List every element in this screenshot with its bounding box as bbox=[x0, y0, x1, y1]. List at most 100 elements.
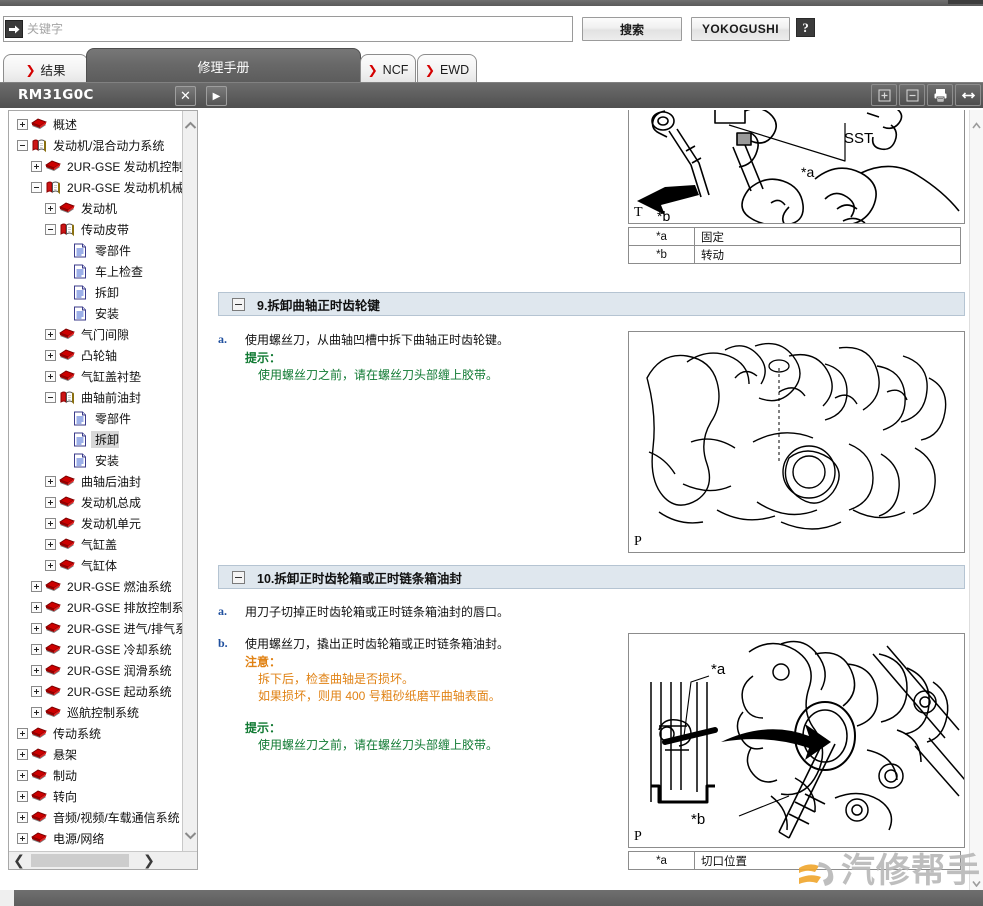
expand-icon[interactable] bbox=[17, 119, 28, 130]
expand-icon[interactable] bbox=[45, 560, 56, 571]
tree-item[interactable]: 发动机 bbox=[9, 198, 182, 219]
expand-icon[interactable] bbox=[31, 686, 42, 697]
tree-item[interactable]: 凸轮轴 bbox=[9, 345, 182, 366]
tree-horizontal-scrollbar[interactable]: ❮ ❯ bbox=[9, 851, 197, 869]
link-icon[interactable] bbox=[955, 84, 981, 106]
tree-item[interactable]: 发动机单元 bbox=[9, 513, 182, 534]
tree-hscroll-right-icon[interactable]: ❯ bbox=[139, 852, 159, 869]
tree-item[interactable]: 转向 bbox=[9, 786, 182, 807]
tree-item[interactable]: 气缸体 bbox=[9, 555, 182, 576]
tree-item-label: 2UR-GSE 发动机机械装 bbox=[67, 181, 182, 195]
tree-item[interactable]: 零部件 bbox=[9, 408, 182, 429]
expand-icon[interactable] bbox=[17, 833, 28, 844]
expand-all-icon[interactable] bbox=[871, 84, 897, 106]
collapse-icon[interactable] bbox=[45, 224, 56, 235]
expand-icon[interactable] bbox=[31, 665, 42, 676]
illustration-top: SST *a *b T bbox=[628, 110, 965, 224]
expand-icon[interactable] bbox=[17, 812, 28, 823]
legend-table-top: *a 固定 *b 转动 bbox=[628, 227, 961, 264]
tree-item[interactable]: 发动机/混合动力系统 bbox=[9, 135, 182, 156]
search-button[interactable]: 搜索 bbox=[582, 17, 682, 41]
book-closed-icon bbox=[31, 768, 47, 783]
tree-item-label: 2UR-GSE 润滑系统 bbox=[67, 664, 172, 678]
tree-item[interactable]: 2UR-GSE 冷却系统 bbox=[9, 639, 182, 660]
expand-icon[interactable] bbox=[31, 602, 42, 613]
tree-item[interactable]: 发动机总成 bbox=[9, 492, 182, 513]
tree-item[interactable]: 气门间隙 bbox=[9, 324, 182, 345]
tree-hscroll-thumb[interactable] bbox=[31, 854, 129, 867]
content-vertical-scrollbar[interactable] bbox=[969, 110, 983, 890]
tree-item[interactable]: 曲轴前油封 bbox=[9, 387, 182, 408]
collapse-all-icon[interactable] bbox=[899, 84, 925, 106]
tree-item[interactable]: 2UR-GSE 进气/排气系统 bbox=[9, 618, 182, 639]
section-header-10[interactable]: 10.拆卸正时齿轮箱或正时链条箱油封 bbox=[218, 565, 965, 589]
expand-icon[interactable] bbox=[45, 203, 56, 214]
expand-icon[interactable] bbox=[17, 749, 28, 760]
content-scroll-up-icon[interactable] bbox=[972, 116, 981, 134]
navigation-tree[interactable]: 概述发动机/混合动力系统 2UR-GSE 发动机控制系 2UR-GSE 发动机机械装… bbox=[9, 111, 182, 869]
tree-vertical-scrollbar[interactable] bbox=[182, 111, 197, 869]
tree-item[interactable]: 气缸盖 bbox=[9, 534, 182, 555]
expand-icon[interactable] bbox=[45, 350, 56, 361]
expand-icon[interactable] bbox=[45, 371, 56, 382]
tab-results[interactable]: ❯ 结果 bbox=[3, 54, 88, 84]
search-field-wrapper[interactable] bbox=[3, 16, 573, 42]
arrow-right-icon[interactable] bbox=[5, 20, 23, 38]
next-document-button[interactable]: ▶ bbox=[206, 86, 227, 106]
tab-ewd[interactable]: ❯ EWD bbox=[417, 54, 477, 84]
content-scroll-down-icon[interactable] bbox=[972, 874, 981, 890]
expand-icon[interactable] bbox=[31, 161, 42, 172]
tree-item[interactable]: 零部件 bbox=[9, 240, 182, 261]
tree-item[interactable]: 气缸盖衬垫 bbox=[9, 366, 182, 387]
tree-scroll-up-icon[interactable] bbox=[183, 117, 197, 133]
tree-item[interactable]: 2UR-GSE 发动机机械装 bbox=[9, 177, 182, 198]
tree-item[interactable]: 音频/视频/车载通信系统 bbox=[9, 807, 182, 828]
expand-icon[interactable] bbox=[17, 728, 28, 739]
expand-icon[interactable] bbox=[45, 329, 56, 340]
tree-item[interactable]: 概述 bbox=[9, 114, 182, 135]
expand-icon[interactable] bbox=[31, 623, 42, 634]
tree-item[interactable]: 拆卸 bbox=[9, 429, 182, 450]
tree-item[interactable]: 拆卸 bbox=[9, 282, 182, 303]
tree-item[interactable]: 曲轴后油封 bbox=[9, 471, 182, 492]
tree-item[interactable]: 2UR-GSE 起动系统 bbox=[9, 681, 182, 702]
tree-hscroll-left-icon[interactable]: ❮ bbox=[9, 852, 29, 869]
tab-ncf[interactable]: ❯ NCF bbox=[360, 54, 416, 84]
tree-item[interactable]: 制动 bbox=[9, 765, 182, 786]
tree-item[interactable]: 电源/网络 bbox=[9, 828, 182, 849]
tree-item[interactable]: 传动系统 bbox=[9, 723, 182, 744]
section-header-9[interactable]: 9.拆卸曲轴正时齿轮键 bbox=[218, 292, 965, 316]
legend-table-section-10: *a 切口位置 bbox=[628, 851, 961, 870]
help-icon[interactable]: ? bbox=[796, 18, 815, 37]
expand-icon[interactable] bbox=[17, 791, 28, 802]
expand-icon[interactable] bbox=[45, 539, 56, 550]
print-icon[interactable] bbox=[927, 84, 953, 106]
section-collapse-icon[interactable] bbox=[232, 570, 245, 584]
expand-icon[interactable] bbox=[45, 518, 56, 529]
search-input[interactable] bbox=[23, 18, 572, 40]
collapse-icon[interactable] bbox=[45, 392, 56, 403]
tree-scroll-down-icon[interactable] bbox=[183, 827, 197, 843]
tree-item[interactable]: 2UR-GSE 燃油系统 bbox=[9, 576, 182, 597]
tree-item[interactable]: 2UR-GSE 润滑系统 bbox=[9, 660, 182, 681]
expand-icon[interactable] bbox=[31, 581, 42, 592]
tab-repair-manual[interactable]: 修理手册 bbox=[86, 48, 361, 84]
expand-icon[interactable] bbox=[31, 707, 42, 718]
yokogushi-button[interactable]: YOKOGUSHI bbox=[691, 17, 790, 41]
tree-item[interactable]: 巡航控制系统 bbox=[9, 702, 182, 723]
tree-item[interactable]: 车上检查 bbox=[9, 261, 182, 282]
collapse-icon[interactable] bbox=[31, 182, 42, 193]
tree-item[interactable]: 2UR-GSE 排放控制系统 bbox=[9, 597, 182, 618]
collapse-icon[interactable] bbox=[17, 140, 28, 151]
expand-icon[interactable] bbox=[45, 497, 56, 508]
tree-item[interactable]: 安装 bbox=[9, 450, 182, 471]
close-document-button[interactable]: ✕ bbox=[175, 86, 196, 106]
expand-icon[interactable] bbox=[31, 644, 42, 655]
expand-icon[interactable] bbox=[45, 476, 56, 487]
expand-icon[interactable] bbox=[17, 770, 28, 781]
tree-item[interactable]: 悬架 bbox=[9, 744, 182, 765]
section-collapse-icon[interactable] bbox=[232, 297, 245, 311]
tree-item[interactable]: 2UR-GSE 发动机控制系 bbox=[9, 156, 182, 177]
tree-item[interactable]: 传动皮带 bbox=[9, 219, 182, 240]
tree-item[interactable]: 安装 bbox=[9, 303, 182, 324]
